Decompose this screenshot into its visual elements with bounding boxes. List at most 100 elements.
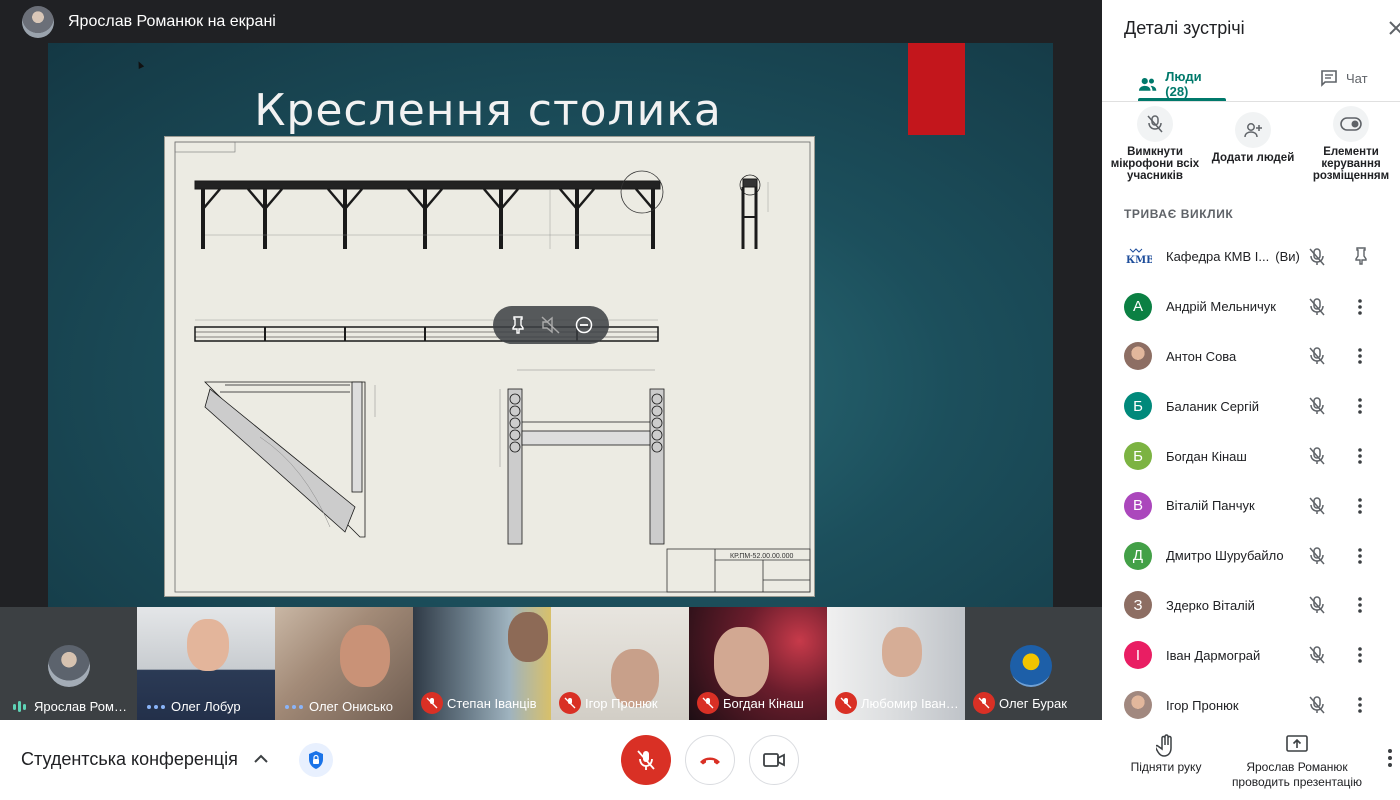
more-options-icon[interactable] — [1356, 297, 1364, 317]
participant-tile[interactable]: Степан Іванців — [413, 607, 551, 720]
participant-tile[interactable]: Богдан Кінаш — [689, 607, 827, 720]
participant-row[interactable]: Ігор Пронюк — [1102, 680, 1400, 720]
pin-icon[interactable] — [1354, 247, 1368, 267]
mic-off-icon[interactable] — [1307, 496, 1327, 516]
mic-off-icon[interactable] — [1307, 297, 1327, 317]
mute-all-label: Вимкнути мікрофони всіх учасників — [1110, 146, 1200, 182]
speaking-icon — [283, 704, 305, 709]
participant-tile[interactable]: Олег Лобур — [137, 607, 275, 720]
avatar: Б — [1124, 392, 1152, 421]
mic-off-icon[interactable] — [1307, 595, 1327, 615]
tab-people[interactable]: Люди (28) — [1138, 66, 1226, 102]
participant-tile[interactable]: Олег Онисько — [275, 607, 413, 720]
mic-off-icon — [1137, 106, 1173, 142]
title-block-code: КР.ПМ-52.00.00.000 — [730, 553, 794, 560]
mic-off-icon[interactable] — [1307, 446, 1327, 466]
tab-people-label: Люди (28) — [1165, 69, 1202, 99]
add-people-button[interactable]: Додати людей — [1208, 112, 1298, 164]
mic-off-icon[interactable] — [1307, 396, 1327, 416]
more-options-icon[interactable] — [1356, 446, 1364, 466]
add-person-icon — [1235, 112, 1271, 148]
filmstrip: Ярослав Рома… Олег Лобур Олег Онисько Ст… — [0, 607, 1102, 720]
technical-drawing: КР.ПМ-52.00.00.000 — [164, 136, 815, 597]
participant-face — [508, 612, 548, 662]
mic-off-icon[interactable] — [1307, 346, 1327, 366]
pin-icon[interactable] — [505, 312, 531, 338]
svg-text:КМВ: КМВ — [1126, 255, 1152, 266]
security-button[interactable] — [299, 743, 333, 777]
host-controls-label: Елементи керування розміщенням — [1312, 146, 1390, 182]
avatar: А — [1124, 292, 1152, 321]
tile-name: Ігор Пронюк — [551, 692, 683, 714]
leave-call-button[interactable] — [685, 735, 735, 785]
tab-chat[interactable]: Чат — [1320, 66, 1368, 90]
mic-off-icon[interactable] — [1307, 546, 1327, 566]
participant-row[interactable]: КМВ Кафедра КМВ І... (Ви) — [1102, 232, 1400, 282]
remove-icon[interactable] — [571, 312, 597, 338]
participant-name: Здерко Віталій — [1166, 597, 1255, 613]
more-options-icon[interactable] — [1356, 695, 1364, 715]
mic-toggle-button[interactable] — [621, 735, 671, 785]
raise-hand-label: Підняти руку — [1130, 760, 1202, 774]
presenter-avatar — [22, 6, 54, 38]
participant-row[interactable]: А Андрій Мельничук — [1102, 282, 1400, 332]
participant-row[interactable]: В Віталій Панчук — [1102, 481, 1400, 531]
mute-icon[interactable] — [538, 312, 564, 338]
raise-hand-button[interactable]: Підняти руку — [1116, 734, 1216, 775]
chevron-up-icon[interactable] — [250, 748, 272, 770]
more-options-icon[interactable] — [1356, 645, 1364, 665]
add-people-label: Додати людей — [1211, 152, 1295, 164]
participant-name: Богдан Кінаш — [1166, 448, 1247, 464]
hand-icon — [1116, 734, 1216, 758]
participant-name: Кафедра КМВ І... (Ви) — [1166, 249, 1300, 265]
tile-name: Олег Онисько — [275, 699, 407, 714]
tile-name: Богдан Кінаш — [689, 692, 821, 714]
participant-row[interactable]: Антон Сова — [1102, 332, 1400, 382]
camera-toggle-button[interactable] — [749, 735, 799, 785]
mic-off-icon[interactable] — [1307, 695, 1327, 715]
meeting-name[interactable]: Студентська конференція — [21, 749, 238, 770]
participant-tile[interactable]: Ігор Пронюк — [551, 607, 689, 720]
people-icon — [1138, 78, 1157, 91]
more-options-icon[interactable] — [1356, 346, 1364, 366]
presenting-label: Ярослав Романюк проводить презентацію — [1231, 760, 1363, 789]
participant-name: Іван Дармограй — [1166, 647, 1261, 663]
section-label: ТРИВАЄ ВИКЛИК — [1124, 207, 1234, 221]
mic-off-icon — [973, 692, 995, 714]
mic-off-icon[interactable] — [1307, 247, 1327, 267]
slide-title: Креслення столика — [254, 85, 722, 136]
presentation-button[interactable]: Ярослав Романюк проводить презентацію — [1222, 734, 1372, 790]
more-options-icon[interactable] — [1356, 546, 1364, 566]
participant-face — [340, 625, 390, 687]
host-controls-button[interactable]: Елементи керування розміщенням — [1306, 106, 1396, 182]
shield-lock-icon — [309, 751, 323, 769]
mute-all-button[interactable]: Вимкнути мікрофони всіх учасників — [1110, 106, 1200, 182]
more-options-icon[interactable] — [1356, 496, 1364, 516]
avatar — [47, 645, 90, 687]
avatar — [1124, 342, 1152, 371]
participant-row[interactable]: Б Богдан Кінаш — [1102, 431, 1400, 481]
participant-row[interactable]: Б Баланик Сергій — [1102, 381, 1400, 431]
tile-name: Олег Лобур — [137, 699, 269, 714]
tile-name: Степан Іванців — [413, 692, 545, 714]
close-icon[interactable] — [1388, 20, 1400, 36]
avatar: Б — [1124, 442, 1152, 471]
mic-off-icon[interactable] — [1307, 645, 1327, 665]
participant-name: Баланик Сергій — [1166, 398, 1260, 414]
participant-row[interactable]: І Іван Дармограй — [1102, 630, 1400, 680]
participant-tile[interactable]: Ярослав Рома… — [0, 607, 137, 720]
participant-tile[interactable]: Олег Бурак — [965, 607, 1102, 720]
people-list: КМВ Кафедра КМВ І... (Ви) А Андрій Мельничук… — [1102, 232, 1400, 720]
mouse-cursor-icon — [135, 60, 145, 69]
participant-name: Антон Сова — [1166, 348, 1237, 364]
avatar: І — [1124, 641, 1152, 670]
more-options-icon[interactable] — [1356, 595, 1364, 615]
more-options-icon[interactable] — [1356, 396, 1364, 416]
participant-row[interactable]: З Здерко Віталій — [1102, 581, 1400, 631]
participant-row[interactable]: Д Дмитро Шурубайло — [1102, 531, 1400, 581]
meet-window: Ярослав Романюк на екрані Креслення стол… — [0, 0, 1400, 800]
toggle-icon — [1333, 106, 1369, 142]
more-options-icon[interactable] — [1386, 748, 1400, 772]
participant-tile[interactable]: Любомир Іван… — [827, 607, 965, 720]
hang-up-icon — [700, 757, 720, 765]
